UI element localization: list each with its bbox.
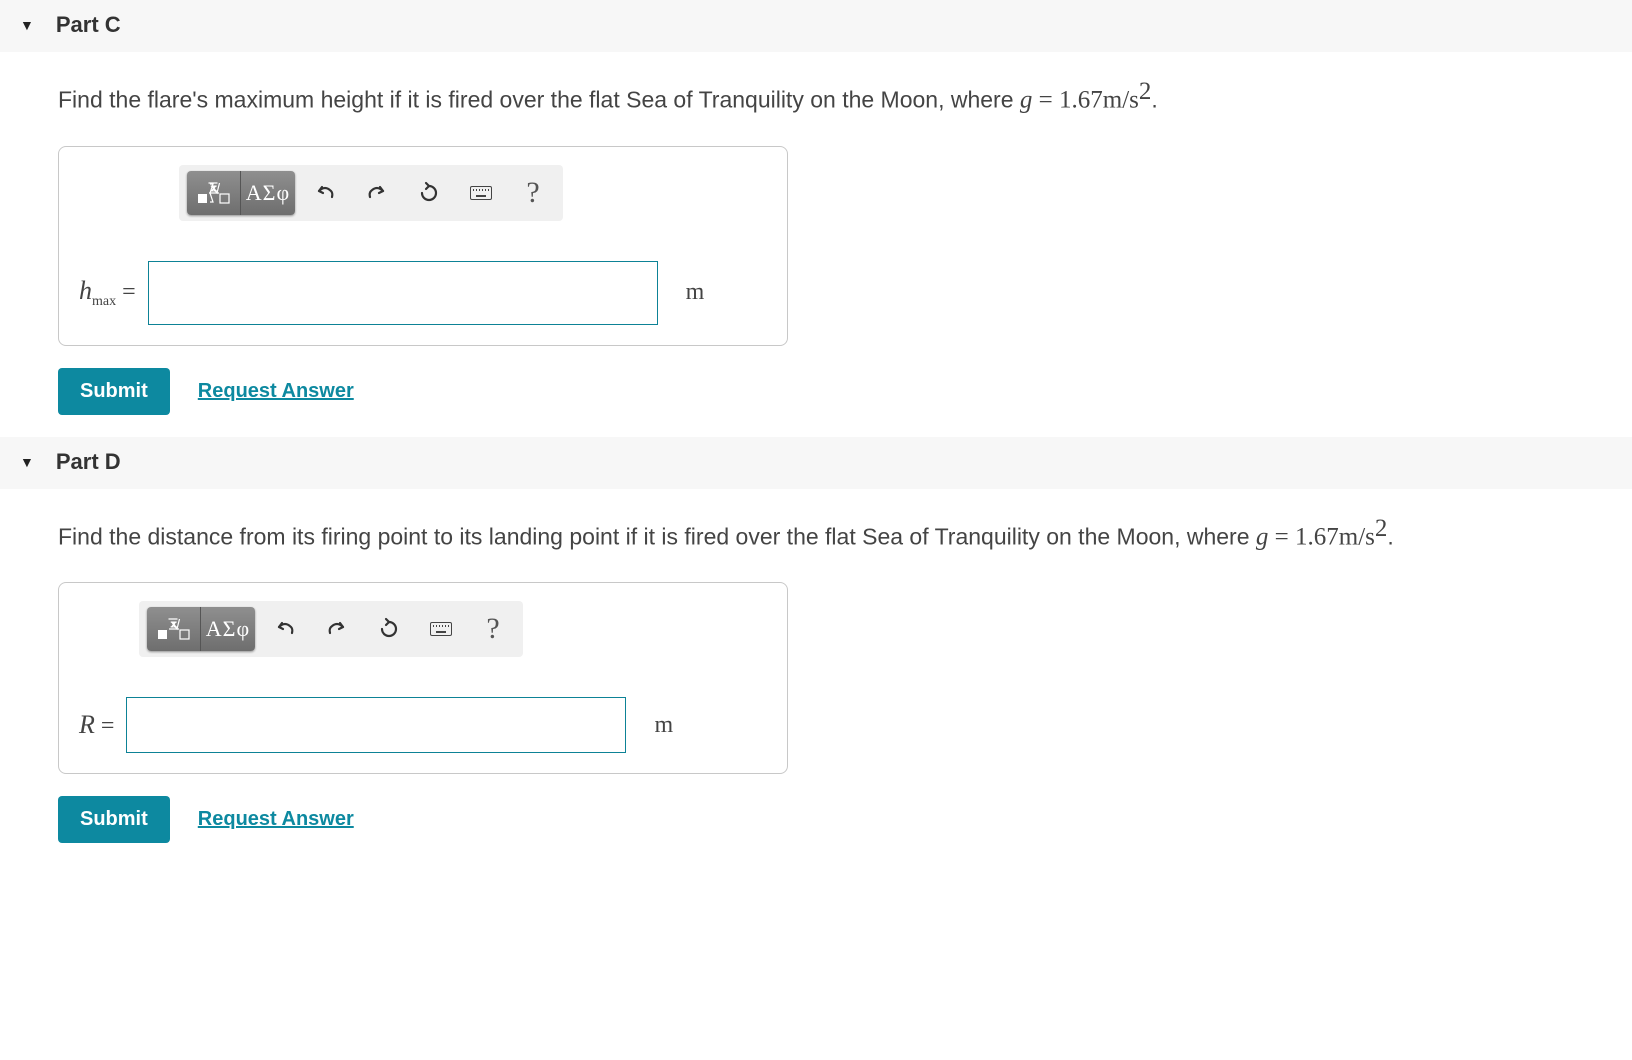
reset-icon: [377, 617, 401, 641]
template-group: x ΑΣφ: [187, 171, 295, 215]
keyboard-icon: [470, 186, 492, 200]
eq-sign: =: [95, 713, 115, 739]
part-c-header[interactable]: ▼ Part C: [0, 0, 1632, 52]
actions-c: Submit Request Answer: [58, 368, 1632, 415]
part-c-body: Find the flare's maximum height if it is…: [0, 52, 1632, 437]
collapse-caret-icon: ▼: [20, 17, 34, 33]
greek-button[interactable]: ΑΣφ: [201, 607, 255, 651]
help-label: ?: [486, 612, 499, 646]
answer-input-c[interactable]: [148, 261, 658, 325]
redo-button[interactable]: [315, 607, 359, 651]
prompt-eq: =: [1268, 523, 1295, 550]
prompt-text: Find the flare's maximum height if it is…: [58, 87, 1020, 113]
greek-label: ΑΣφ: [246, 180, 290, 206]
answer-unit-d: m: [654, 712, 673, 739]
part-d-prompt: Find the distance from its firing point …: [58, 511, 1632, 555]
undo-button[interactable]: [303, 171, 347, 215]
greek-button[interactable]: ΑΣφ: [241, 171, 295, 215]
eq-sign: =: [116, 279, 136, 305]
part-c-prompt: Find the flare's maximum height if it is…: [58, 74, 1632, 118]
answer-input-d[interactable]: [126, 697, 626, 753]
template-icon: x: [157, 616, 191, 642]
submit-button-d[interactable]: Submit: [58, 796, 170, 843]
var-main: h: [79, 276, 92, 305]
undo-icon: [273, 617, 297, 641]
answer-panel-c: x ΑΣφ: [58, 146, 788, 346]
collapse-caret-icon: ▼: [20, 454, 34, 470]
help-button[interactable]: ?: [471, 607, 515, 651]
reset-icon: [417, 181, 441, 205]
reset-button[interactable]: [407, 171, 451, 215]
keyboard-button[interactable]: [459, 171, 503, 215]
part-d-header[interactable]: ▼ Part D: [0, 437, 1632, 489]
help-button[interactable]: ?: [511, 171, 555, 215]
undo-button[interactable]: [263, 607, 307, 651]
answer-label-c: hmax =: [79, 276, 136, 310]
prompt-post: .: [1151, 87, 1157, 113]
prompt-text: Find the distance from its firing point …: [58, 523, 1256, 549]
answer-label-d: R =: [79, 710, 114, 740]
template-group: x ΑΣφ: [147, 607, 255, 651]
var-main: R: [79, 710, 95, 739]
prompt-exp: 2: [1375, 515, 1388, 542]
templates-button[interactable]: x: [187, 171, 241, 215]
prompt-exp: 2: [1139, 78, 1152, 105]
greek-label: ΑΣφ: [206, 616, 250, 642]
var-sub: max: [92, 294, 116, 309]
prompt-var: g: [1020, 87, 1033, 114]
submit-button-c[interactable]: Submit: [58, 368, 170, 415]
redo-icon: [325, 617, 349, 641]
redo-icon: [365, 181, 389, 205]
part-c-title: Part C: [56, 12, 121, 38]
undo-icon: [313, 181, 337, 205]
prompt-eq: =: [1032, 87, 1059, 114]
actions-d: Submit Request Answer: [58, 796, 1632, 843]
part-d-title: Part D: [56, 449, 121, 475]
prompt-val: 1.67m/s: [1059, 87, 1139, 114]
redo-button[interactable]: [355, 171, 399, 215]
equation-toolbar: x ΑΣφ: [179, 165, 563, 221]
answer-unit-c: m: [686, 279, 705, 306]
reset-button[interactable]: [367, 607, 411, 651]
equation-toolbar: x ΑΣφ: [139, 601, 523, 657]
keyboard-button[interactable]: [419, 607, 463, 651]
request-answer-link-c[interactable]: Request Answer: [198, 380, 354, 403]
answer-row-d: R = m: [79, 697, 767, 753]
prompt-var: g: [1256, 523, 1269, 550]
templates-button[interactable]: x: [147, 607, 201, 651]
keyboard-icon: [430, 622, 452, 636]
answer-panel-d: x ΑΣφ: [58, 582, 788, 774]
prompt-val: 1.67m/s: [1295, 523, 1375, 550]
template-icon: x: [197, 180, 231, 206]
part-d-body: Find the distance from its firing point …: [0, 489, 1632, 866]
answer-row-c: hmax = m: [79, 261, 767, 325]
request-answer-link-d[interactable]: Request Answer: [198, 808, 354, 831]
help-label: ?: [526, 176, 539, 210]
prompt-post: .: [1387, 523, 1393, 549]
